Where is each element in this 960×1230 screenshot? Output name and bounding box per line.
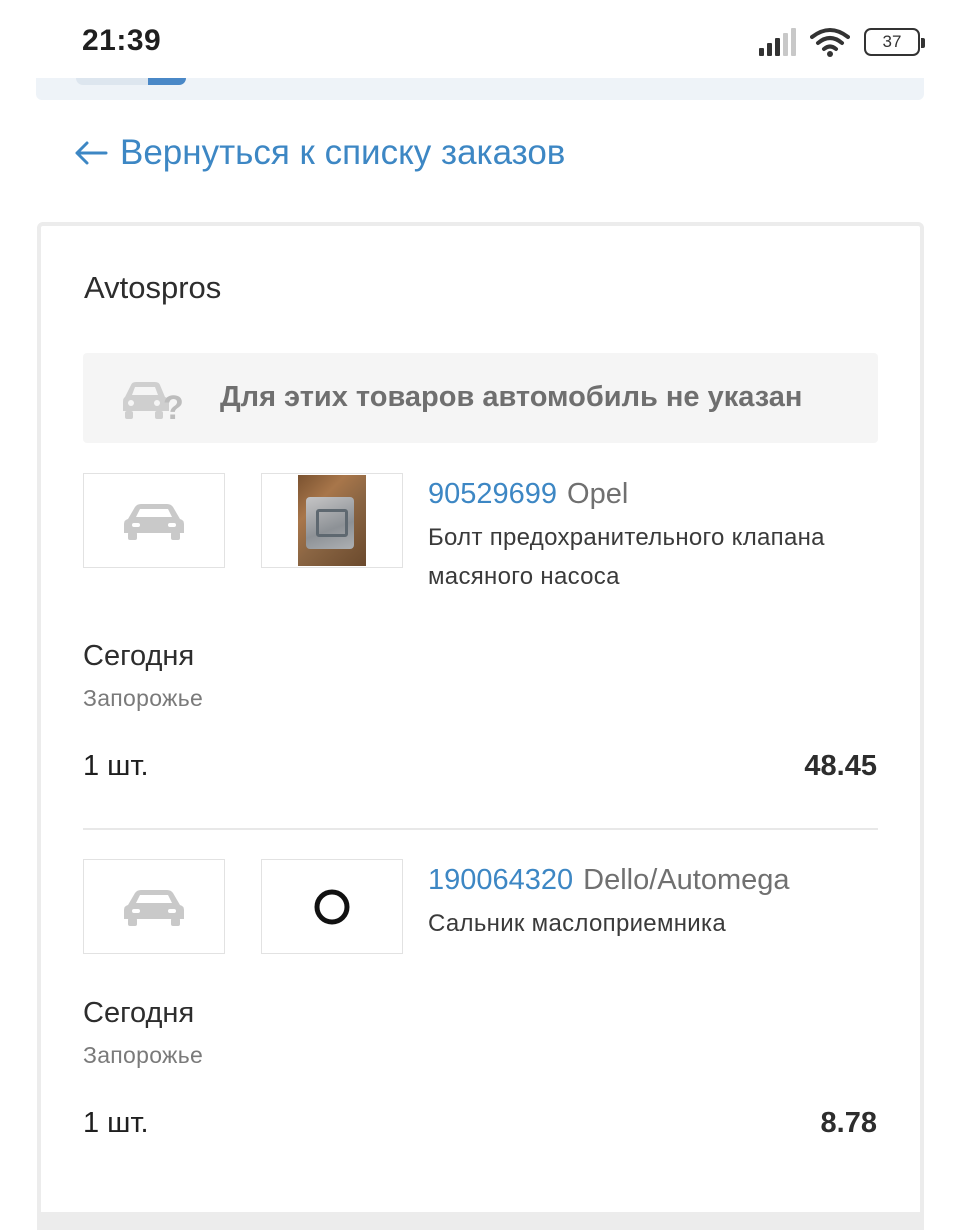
part-description: Болт предохранительного клапана масяного… bbox=[428, 524, 825, 590]
car-icon bbox=[124, 889, 184, 926]
card-bottom-edge bbox=[37, 1212, 924, 1230]
quantity: 1 шт. bbox=[83, 750, 149, 782]
status-bar: 21:39 37 bbox=[0, 0, 960, 80]
part-image-thumbnail[interactable] bbox=[261, 859, 403, 954]
back-link-label: Вернуться к списку заказов bbox=[120, 133, 566, 172]
part-number-link[interactable]: 90529699 bbox=[428, 478, 557, 510]
delivery-city: Запорожье bbox=[83, 685, 204, 711]
o-ring-icon bbox=[314, 889, 350, 924]
part-heading: 190064320 Dello/Automega bbox=[428, 864, 790, 897]
part-image-thumbnail[interactable] bbox=[261, 473, 403, 568]
wifi-icon bbox=[810, 28, 850, 57]
price: 48.45 bbox=[804, 750, 877, 782]
car-question-icon: ? bbox=[123, 382, 184, 423]
status-time: 21:39 bbox=[82, 24, 162, 57]
arrow-left-icon bbox=[75, 141, 108, 165]
battery-level: 37 bbox=[882, 32, 902, 51]
price: 8.78 bbox=[820, 1107, 877, 1139]
car-thumbnail[interactable] bbox=[83, 859, 225, 954]
part-brand: Opel bbox=[567, 478, 629, 510]
part-brand: Dello/Automega bbox=[583, 864, 790, 896]
delivery-date: Сегодня bbox=[83, 997, 195, 1029]
signal-icon bbox=[759, 28, 796, 56]
part-heading: 90529699 Opel bbox=[428, 478, 628, 511]
back-to-orders-link[interactable]: Вернуться к списку заказов bbox=[74, 130, 565, 176]
status-icons: 37 bbox=[759, 26, 925, 58]
notice-text: Для этих товаров автомобиль не указан bbox=[220, 381, 803, 413]
no-car-notice: ? Для этих товаров автомобиль не указан bbox=[83, 353, 878, 443]
delivery-city: Запорожье bbox=[83, 1042, 204, 1068]
item-divider bbox=[83, 828, 878, 830]
part-photo bbox=[298, 475, 366, 566]
car-thumbnail[interactable] bbox=[83, 473, 225, 568]
header-strip bbox=[36, 78, 924, 100]
part-description: Сальник маслоприемника bbox=[428, 910, 726, 937]
supplier-name: Avtospros bbox=[84, 270, 222, 305]
battery-icon: 37 bbox=[864, 28, 925, 56]
delivery-date: Сегодня bbox=[83, 640, 195, 672]
header-button-stub[interactable] bbox=[76, 78, 186, 85]
svg-text:?: ? bbox=[163, 389, 184, 423]
quantity: 1 шт. bbox=[83, 1107, 149, 1139]
car-icon bbox=[124, 503, 184, 540]
part-number-link[interactable]: 190064320 bbox=[428, 864, 573, 896]
